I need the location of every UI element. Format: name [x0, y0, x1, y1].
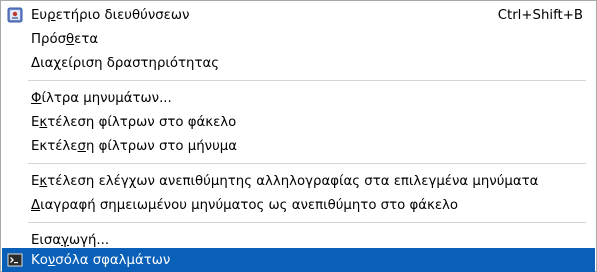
menu-item-delete-junk[interactable]: Διαγραφή σημειωμένου μηνύματος ως ανεπιθ…: [2, 193, 595, 217]
menu-item-run-junk-controls[interactable]: Εκτέλεση ελέγχων ανεπιθύμητης αλληλογραφ…: [2, 169, 595, 193]
menu-item-error-console[interactable]: Κονσόλα σφαλμάτων: [2, 248, 595, 272]
menu-separator: [28, 80, 586, 81]
menu-item-label: Φίλτρα μηνυμάτων...: [31, 90, 172, 106]
menu-item-label: Διαγραφή σημειωμένου μηνύματος ως ανεπιθ…: [31, 197, 459, 213]
menu-item-label: Εισαγωγή...: [31, 232, 110, 248]
keyboard-shortcut: Ctrl+Shift+B: [497, 7, 583, 23]
menu-item-label: Διαχείριση δραστηριότητας: [31, 55, 220, 71]
menu-separator: [28, 222, 586, 223]
menu-item-address-book[interactable]: Ευρετήριο διευθύνσεων Ctrl+Shift+B: [2, 3, 595, 27]
menu-item-label: Πρόσθετα: [31, 31, 99, 47]
menu-item-label: Εκτέλεση ελέγχων ανεπιθύμητης αλληλογραφ…: [31, 173, 539, 189]
tools-menu: Ευρετήριο διευθύνσεων Ctrl+Shift+B Πρόσθ…: [0, 0, 597, 272]
address-book-icon: [7, 7, 23, 23]
menu-item-label: Εκτέλεση φίλτρων στο φάκελο: [31, 114, 237, 130]
menu-item-run-filters-folder[interactable]: Εκτέλεση φίλτρων στο φάκελο: [2, 110, 595, 134]
menu-item-label: Ευρετήριο διευθύνσεων: [31, 7, 190, 23]
menu-item-label: Εκτέλεση φίλτρων στο μήνυμα: [31, 138, 237, 154]
terminal-icon: [7, 252, 23, 268]
menu-item-activity-manager[interactable]: Διαχείριση δραστηριότητας: [2, 51, 595, 75]
menu-item-addons[interactable]: Πρόσθετα: [2, 27, 595, 51]
menu-item-message-filters[interactable]: Φίλτρα μηνυμάτων...: [2, 86, 595, 110]
menu-item-label: Κονσόλα σφαλμάτων: [31, 252, 171, 268]
menu-item-run-filters-message[interactable]: Εκτέλεση φίλτρων στο μήνυμα: [2, 134, 595, 158]
menu-separator: [28, 163, 586, 164]
